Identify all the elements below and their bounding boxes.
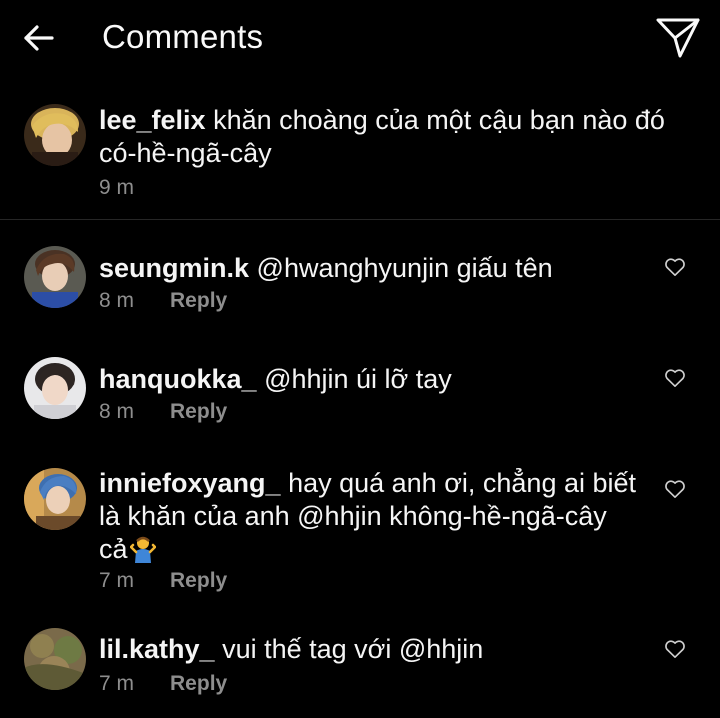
avatar[interactable] — [24, 104, 86, 166]
avatar[interactable] — [24, 246, 86, 308]
back-button[interactable] — [20, 20, 60, 56]
reply-button[interactable]: Reply — [170, 569, 227, 593]
paper-plane-icon — [656, 18, 700, 58]
avatar[interactable] — [24, 468, 86, 530]
post-caption: lee_felix khăn choàng của một cậu bạn nà… — [0, 100, 720, 218]
divider — [0, 219, 720, 220]
comment-username[interactable]: lil.kathy_ — [99, 634, 215, 664]
comment-text: @hhjin úi lỡ tay — [264, 364, 452, 394]
comment-timestamp: 7 m — [99, 672, 135, 695]
reply-button[interactable]: Reply — [170, 672, 227, 696]
comment-text-line1: hay quá anh ơi, chẳng ai biết — [288, 468, 637, 498]
arrow-left-icon — [24, 25, 54, 51]
heart-icon[interactable] — [664, 368, 686, 388]
comment-text: vui thế tag với @hhjin — [222, 634, 484, 664]
avatar[interactable] — [24, 357, 86, 419]
reply-button[interactable]: Reply — [170, 400, 227, 424]
caption-text: lee_felix khăn choàng của một cậu bạn nà… — [99, 104, 699, 170]
comment-text-line2: là khăn của anh @hhjin không-hề-ngã-cây — [99, 501, 607, 531]
caption-body-line1: khăn choàng của một cậu bạn nào đó — [213, 105, 665, 135]
heart-icon[interactable] — [664, 479, 686, 499]
share-button[interactable] — [654, 14, 702, 60]
comment-username[interactable]: seungmin.k — [99, 253, 249, 283]
comment-text: @hwanghyunjin giấu tên — [256, 253, 553, 283]
comment-username[interactable]: hanquokka_ — [99, 364, 257, 394]
heart-icon[interactable] — [664, 639, 686, 659]
reply-button[interactable]: Reply — [170, 289, 227, 313]
top-bar: Comments — [0, 0, 720, 80]
page-title: Comments — [102, 18, 264, 55]
comment-username[interactable]: inniefoxyang_ — [99, 468, 281, 498]
avatar[interactable] — [24, 628, 86, 690]
heart-icon[interactable] — [664, 257, 686, 277]
comment-timestamp: 8 m — [99, 400, 135, 423]
comment-timestamp: 8 m — [99, 289, 135, 312]
comment-text-line3: cả — [99, 534, 128, 564]
caption-username[interactable]: lee_felix — [99, 105, 206, 135]
caption-meta: 9 m — [99, 176, 134, 200]
caption-timestamp: 9 m — [99, 176, 135, 199]
person-shrugging-emoji — [129, 536, 156, 563]
comment-timestamp: 7 m — [99, 569, 135, 592]
caption-body-line2: có-hề-ngã-cây — [99, 138, 272, 168]
